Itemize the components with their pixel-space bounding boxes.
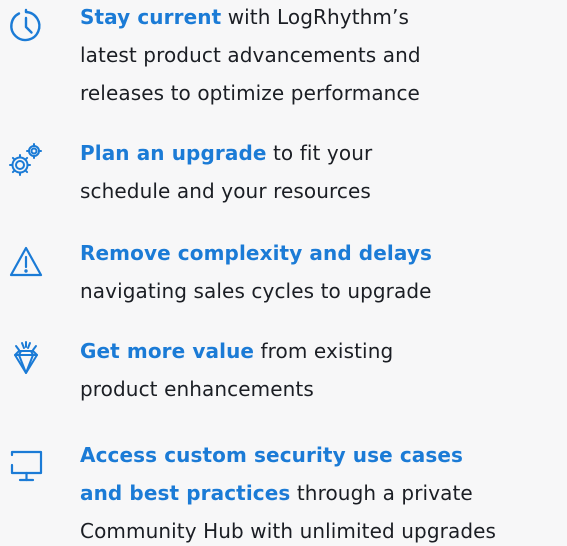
benefit-line: Remove complexity and delays bbox=[80, 234, 567, 272]
warning-icon bbox=[6, 242, 46, 282]
benefit-line: Community Hub with unlimited upgrades bbox=[80, 512, 567, 546]
diamond-icon bbox=[6, 340, 46, 380]
gears-icon bbox=[6, 141, 46, 181]
benefit-text: through a private bbox=[290, 481, 473, 505]
benefit-line: latest product advancements and bbox=[80, 36, 567, 74]
benefit-line: releases to optimize performance bbox=[80, 74, 567, 112]
benefit-text: to fit your bbox=[266, 141, 373, 165]
benefit-highlight: Access custom security use cases bbox=[80, 443, 464, 467]
benefit-text: releases to optimize performance bbox=[80, 81, 420, 105]
benefit-line: schedule and your resources bbox=[80, 172, 567, 210]
benefit-text: latest product advancements and bbox=[80, 43, 421, 67]
benefit-text: navigating sales cycles to upgrade bbox=[80, 279, 432, 303]
benefit-text: from existing bbox=[254, 339, 394, 363]
benefit-highlight: Plan an upgrade bbox=[80, 141, 267, 165]
benefit-line: navigating sales cycles to upgrade bbox=[80, 272, 567, 310]
benefit-text: product enhancements bbox=[80, 377, 314, 401]
benefit-highlight: and best practices bbox=[80, 481, 291, 505]
benefit-highlight: Remove complexity and delays bbox=[80, 241, 432, 265]
benefit-highlight: Stay current bbox=[80, 5, 222, 29]
benefits-list: Stay current with LogRhythm’s latest pro… bbox=[0, 0, 567, 546]
benefit-line: Plan an upgrade to fit your bbox=[80, 134, 567, 172]
benefit-text: Community Hub with unlimited upgrades bbox=[80, 519, 497, 543]
clock-icon bbox=[6, 6, 46, 46]
benefit-line: Access custom security use cases bbox=[80, 436, 567, 474]
benefit-highlight: Get more value bbox=[80, 339, 255, 363]
benefit-text: with LogRhythm’s bbox=[221, 5, 409, 29]
benefit-line: and best practices through a private bbox=[80, 474, 567, 512]
benefit-line: product enhancements bbox=[80, 370, 567, 408]
benefit-line: Get more value from existing bbox=[80, 332, 567, 370]
benefit-text: schedule and your resources bbox=[80, 179, 371, 203]
benefit-line: Stay current with LogRhythm’s bbox=[80, 0, 567, 36]
monitor-icon bbox=[6, 446, 46, 486]
